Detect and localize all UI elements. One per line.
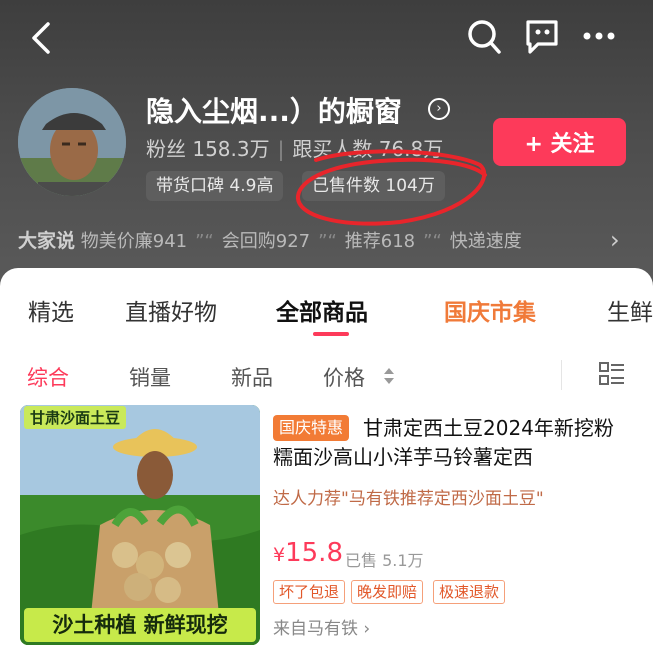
- reviews-row[interactable]: 大家说 物美价廉941 ”“ 会回购927 ”“ 推荐618 ”“ 快递速度: [18, 226, 522, 253]
- sort-new[interactable]: 新品: [231, 362, 273, 392]
- more-icon[interactable]: [582, 30, 616, 42]
- product-price: ¥15.8: [273, 538, 343, 568]
- promo-badge: 国庆特惠: [273, 415, 350, 441]
- shop-title: 隐入尘烟...）的橱窗: [146, 95, 402, 128]
- review-tag: 物美价廉941: [80, 231, 188, 252]
- stats-divider: |: [277, 137, 285, 161]
- follow-button[interactable]: + 关注: [493, 118, 626, 166]
- reputation-badge[interactable]: 带货口碑 4.9高: [146, 171, 284, 201]
- buyers-value: 76.8万: [378, 137, 444, 161]
- sold-count-badge[interactable]: 已售件数 104万: [302, 171, 445, 201]
- shop-stats: 粉丝 158.3万 | 跟买人数 76.8万: [146, 133, 443, 162]
- product-image-tag: 甘肃沙面土豆: [24, 406, 127, 429]
- review-tag: 会回购927: [221, 231, 311, 252]
- product-image-caption: 沙土种植 新鲜现挖: [24, 608, 256, 642]
- tab-national-day-market[interactable]: 国庆市集: [444, 293, 536, 327]
- search-icon[interactable]: [466, 18, 502, 56]
- currency-symbol: ¥: [273, 544, 286, 566]
- tab-featured[interactable]: 精选: [28, 293, 74, 327]
- tab-fresh[interactable]: 生鲜: [607, 293, 653, 327]
- review-tag: 推荐618: [344, 231, 416, 252]
- tab-all-products[interactable]: 全部商品: [276, 293, 368, 327]
- back-icon[interactable]: [28, 20, 56, 56]
- avatar[interactable]: [18, 88, 126, 196]
- service-tag: 晚发即赔: [351, 580, 424, 604]
- tab-live-goods[interactable]: 直播好物: [125, 293, 217, 327]
- reviews-title: 大家说: [18, 230, 76, 252]
- divider: [561, 360, 562, 390]
- sort-arrows-icon[interactable]: [383, 366, 395, 386]
- source-link[interactable]: 来自马有铁 ›: [273, 614, 370, 639]
- fans-label: 粉丝: [146, 137, 186, 161]
- sort-sales[interactable]: 销量: [129, 362, 171, 392]
- layout-list-icon[interactable]: [598, 360, 626, 388]
- service-tag: 坏了包退: [273, 580, 346, 604]
- recommendation-text: 达人力荐"马有铁推荐定西沙面土豆": [273, 489, 544, 509]
- shop-info-arrow-icon[interactable]: ›: [428, 98, 450, 120]
- customer-service-icon[interactable]: [524, 18, 560, 56]
- active-tab-indicator: [313, 332, 349, 336]
- fans-value: 158.3万: [192, 137, 270, 161]
- review-tag: 快递速度: [449, 231, 522, 252]
- price-value: 15.8: [285, 538, 343, 568]
- service-tag: 极速退款: [433, 580, 506, 604]
- sort-comprehensive[interactable]: 综合: [27, 362, 69, 392]
- sold-count: 已售 5.1万: [345, 551, 424, 570]
- buyers-label: 跟买人数: [292, 137, 373, 161]
- sort-price[interactable]: 价格: [323, 362, 365, 392]
- chevron-right-icon[interactable]: ›: [610, 226, 620, 254]
